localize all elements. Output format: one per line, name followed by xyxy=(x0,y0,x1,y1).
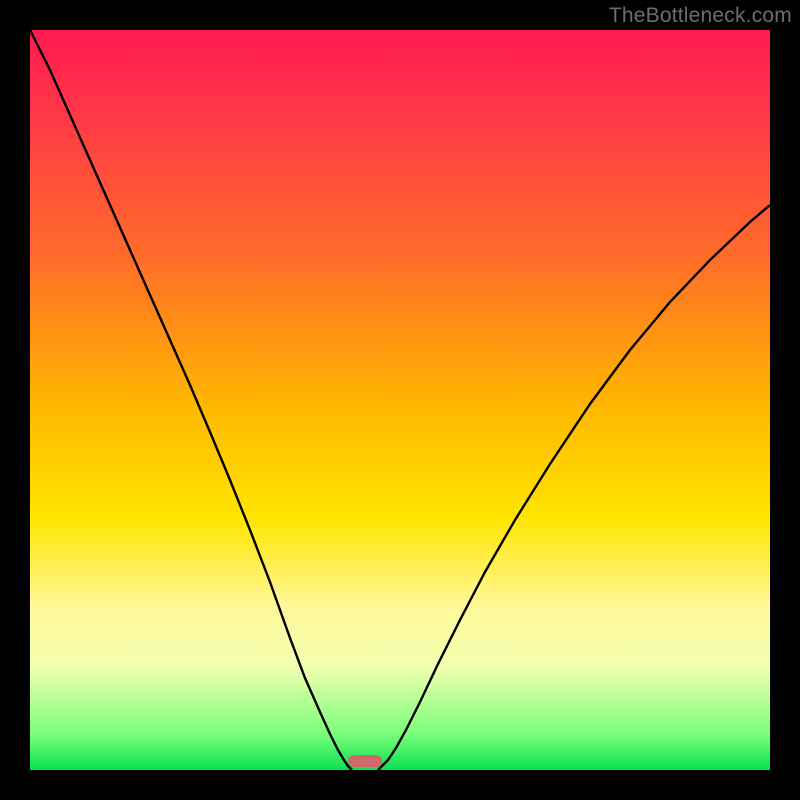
optimum-marker xyxy=(348,755,382,767)
chart-frame: TheBottleneck.com xyxy=(0,0,800,800)
bottleneck-curve xyxy=(30,30,770,770)
watermark-text: TheBottleneck.com xyxy=(609,4,792,28)
plot-area xyxy=(30,30,770,770)
right-branch-curve xyxy=(378,205,770,770)
left-branch-curve xyxy=(30,30,352,770)
